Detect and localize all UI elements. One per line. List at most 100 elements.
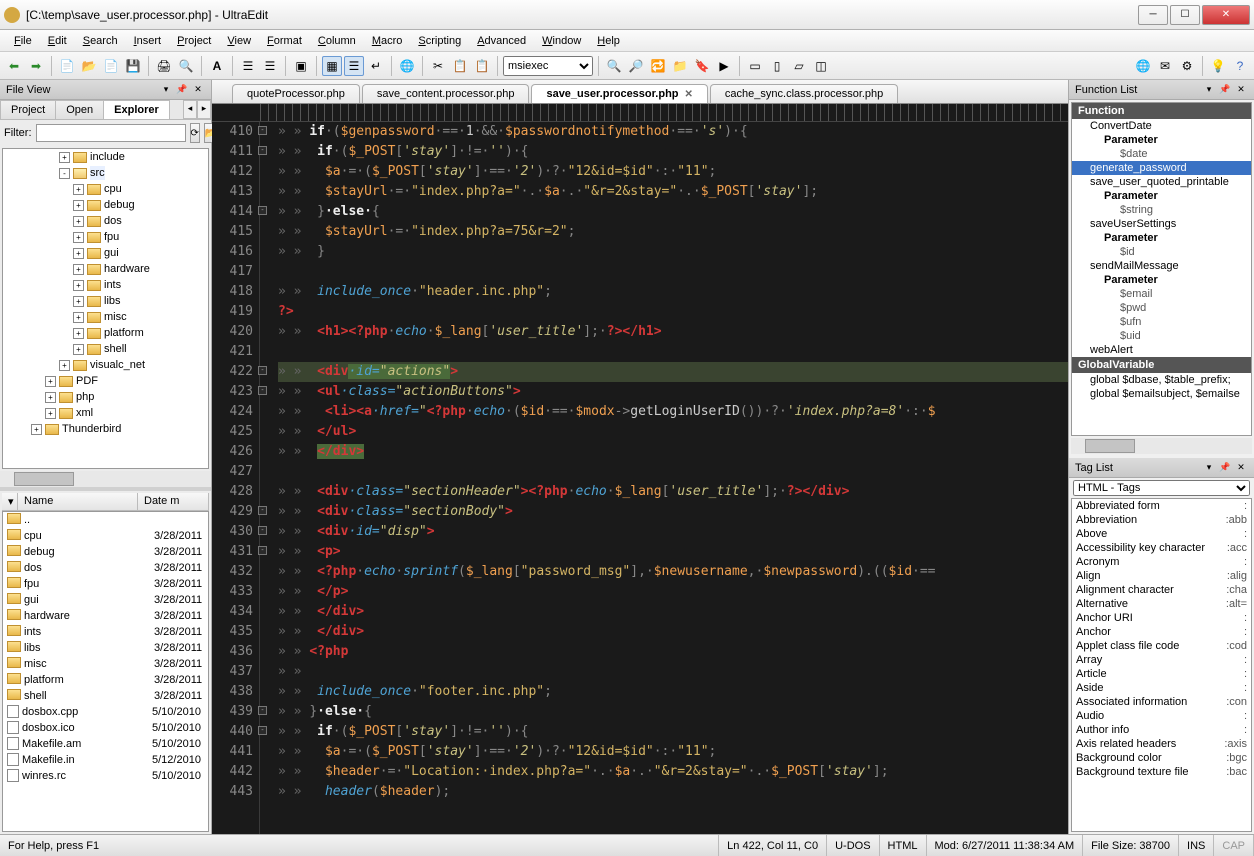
tree-node[interactable]: +ints [3,277,208,293]
tag-item[interactable]: Audio: [1072,709,1251,723]
tag-item[interactable]: Abbreviated form: [1072,499,1251,513]
maximize-button[interactable]: ☐ [1170,5,1200,25]
tag-list-combo[interactable]: HTML - Tags [1073,480,1250,496]
pane-menu-icon[interactable]: ▾ [159,83,173,97]
outdent-icon[interactable]: ☰ [260,56,280,76]
list-item[interactable]: Makefile.in5/12/2010 [3,752,208,768]
code-area[interactable]: » » if·($genpassword·==·1·&&·$passwordno… [260,122,1068,834]
word-wrap-icon[interactable]: ↵ [366,56,386,76]
help-tip-icon[interactable]: 💡 [1208,56,1228,76]
tag-item[interactable]: Anchor URI: [1072,611,1251,625]
print-preview-icon[interactable]: 🔍 [176,56,196,76]
splitter[interactable] [0,487,211,491]
function-item[interactable]: generate_password [1072,161,1251,175]
function-item[interactable]: Parameter [1072,133,1251,147]
menu-file[interactable]: File [6,33,40,49]
function-item[interactable]: webAlert [1072,343,1251,357]
function-item[interactable]: $string [1072,203,1251,217]
find-next-icon[interactable]: 🔎 [626,56,646,76]
open-file-icon[interactable]: 📂 [79,56,99,76]
menu-format[interactable]: Format [259,33,310,49]
explorer-tree[interactable]: +include-src+cpu+debug+dos+fpu+gui+hardw… [2,148,209,469]
editor-tab[interactable]: save_user.processor.php✕ [531,84,707,103]
tab-left-icon[interactable]: ◂ [183,100,197,119]
tree-node[interactable]: +fpu [3,229,208,245]
tag-item[interactable]: Accessibility key character:acc [1072,541,1251,555]
list-col-date[interactable]: Date m [138,493,209,510]
menu-help[interactable]: Help [589,33,628,49]
function-item[interactable]: $uid [1072,329,1251,343]
list-item[interactable]: ints3/28/2011 [3,624,208,640]
menu-window[interactable]: Window [534,33,589,49]
bookmark-icon[interactable]: 🔖 [692,56,712,76]
window-2-icon[interactable]: ▯ [767,56,787,76]
function-item[interactable]: sendMailMessage [1072,259,1251,273]
tag-item[interactable]: Acronym: [1072,555,1251,569]
pane-close-icon[interactable]: ✕ [1234,461,1248,475]
tag-item[interactable]: Background color:bgc [1072,751,1251,765]
next-bookmark-icon[interactable]: ▶ [714,56,734,76]
save-icon[interactable]: 💾 [123,56,143,76]
tag-item[interactable]: Axis related headers:axis [1072,737,1251,751]
pane-close-icon[interactable]: ✕ [191,83,205,97]
tree-hscroll[interactable] [0,471,211,487]
settings-icon[interactable]: ⚙ [1177,56,1197,76]
tab-close-icon[interactable]: ✕ [685,89,693,100]
line-numbers-icon[interactable]: ☰ [344,56,364,76]
print-icon[interactable]: 🖨 [154,56,174,76]
tree-node[interactable]: +debug [3,197,208,213]
tag-item[interactable]: Aside: [1072,681,1251,695]
global-item[interactable]: global $dbase, $table_prefix; [1072,373,1251,387]
find-icon[interactable]: 🔍 [604,56,624,76]
tree-node[interactable]: +libs [3,293,208,309]
menu-macro[interactable]: Macro [364,33,411,49]
list-item[interactable]: misc3/28/2011 [3,656,208,672]
pane-pin-icon[interactable]: 📌 [1218,461,1232,475]
forward-icon[interactable]: ➡ [26,56,46,76]
list-icon-col[interactable]: ▾ [2,493,18,510]
pane-pin-icon[interactable]: 📌 [1218,83,1232,97]
back-icon[interactable]: ⬅ [4,56,24,76]
list-item[interactable]: cpu3/28/2011 [3,528,208,544]
tree-node[interactable]: +misc [3,309,208,325]
command-combo[interactable]: msiexec [503,56,593,76]
tree-node[interactable]: +dos [3,213,208,229]
window-4-icon[interactable]: ◫ [811,56,831,76]
indent-icon[interactable]: ☰ [238,56,258,76]
tag-list[interactable]: Abbreviated form:Abbreviation:abbAbove:A… [1071,498,1252,832]
list-item[interactable]: libs3/28/2011 [3,640,208,656]
list-item[interactable]: fpu3/28/2011 [3,576,208,592]
replace-icon[interactable]: 🔁 [648,56,668,76]
tree-node[interactable]: -src [3,165,208,181]
list-item[interactable]: winres.rc5/10/2010 [3,768,208,784]
tab-right-icon[interactable]: ▸ [197,100,211,119]
tree-node[interactable]: +shell [3,341,208,357]
menu-insert[interactable]: Insert [126,33,170,49]
tree-node[interactable]: +include [3,149,208,165]
close-file-icon[interactable]: 📄 [101,56,121,76]
editor-tab[interactable]: save_content.processor.php [362,84,530,103]
tag-item[interactable]: Article: [1072,667,1251,681]
mail-icon[interactable]: ✉ [1155,56,1175,76]
tag-item[interactable]: Above: [1072,527,1251,541]
window-1-icon[interactable]: ▭ [745,56,765,76]
function-item[interactable]: $ufn [1072,315,1251,329]
list-item[interactable]: dosbox.cpp5/10/2010 [3,704,208,720]
pane-menu-icon[interactable]: ▾ [1202,83,1216,97]
file-view-tab-project[interactable]: Project [0,100,56,119]
function-item[interactable]: saveUserSettings [1072,217,1251,231]
pane-pin-icon[interactable]: 📌 [175,83,189,97]
column-mode-icon[interactable]: ▦ [322,56,342,76]
new-file-icon[interactable]: 📄 [57,56,77,76]
cut-icon[interactable]: ✂ [428,56,448,76]
file-view-tab-open[interactable]: Open [55,100,104,119]
filter-input[interactable] [36,124,186,142]
close-button[interactable]: ✕ [1202,5,1250,25]
tree-node[interactable]: +xml [3,405,208,421]
list-item[interactable]: platform3/28/2011 [3,672,208,688]
function-item[interactable]: Parameter [1072,189,1251,203]
menu-advanced[interactable]: Advanced [469,33,534,49]
tag-item[interactable]: Associated information:con [1072,695,1251,709]
list-item[interactable]: .. [3,512,208,528]
list-item[interactable]: dosbox.ico5/10/2010 [3,720,208,736]
